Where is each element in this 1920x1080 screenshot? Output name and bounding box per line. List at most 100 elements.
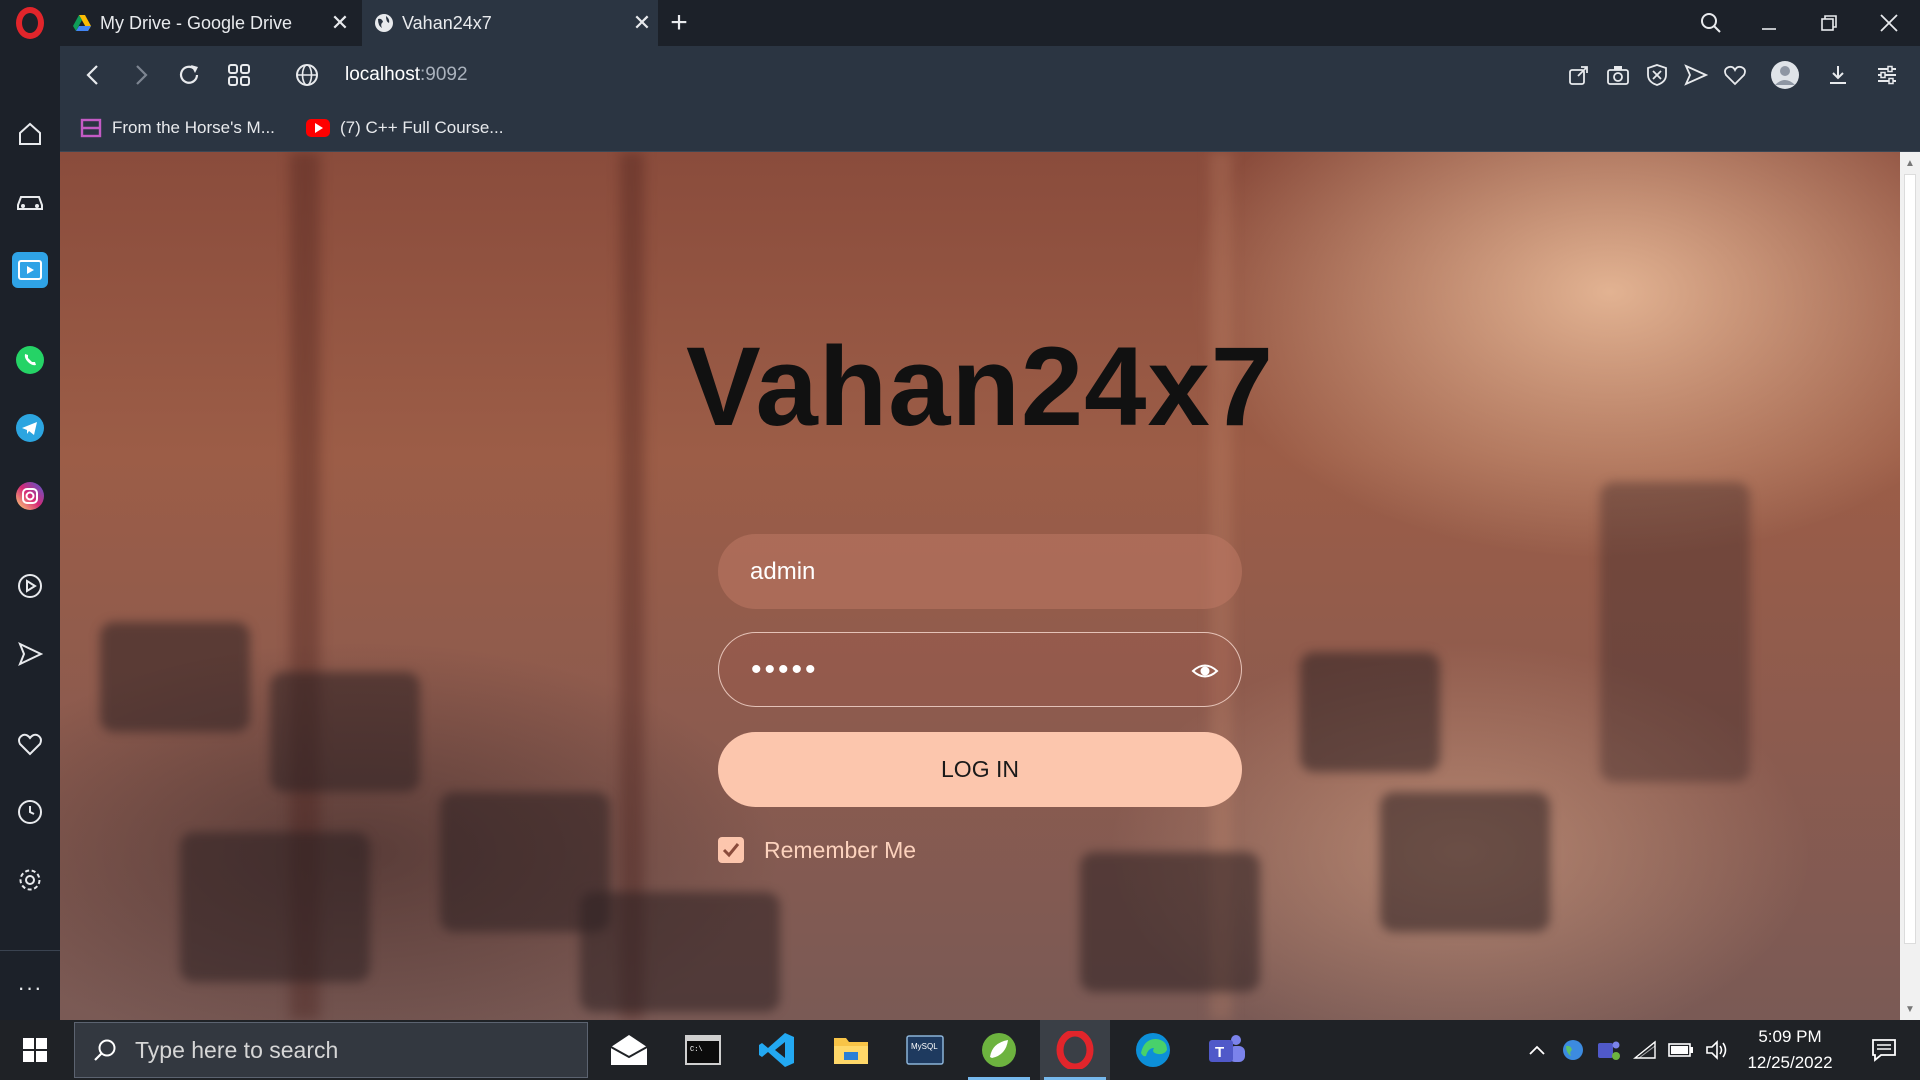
remember-me-checkbox[interactable]	[718, 837, 744, 863]
search-icon	[75, 1037, 135, 1063]
globe-tray-icon[interactable]	[1556, 1020, 1590, 1080]
url-host: localhost	[345, 64, 420, 85]
terminal-icon[interactable]: C:\	[668, 1020, 738, 1080]
send-to-flow-icon[interactable]	[1679, 58, 1713, 92]
share-icon[interactable]	[1562, 58, 1596, 92]
spring-icon[interactable]	[964, 1020, 1034, 1080]
send-icon[interactable]	[12, 636, 48, 672]
scroll-thumb[interactable]	[1904, 174, 1916, 944]
google-drive-icon	[73, 15, 91, 31]
telegram-icon[interactable]	[12, 410, 48, 446]
bookmark-item[interactable]: From the Horse's M...	[80, 104, 275, 152]
background-car	[1380, 792, 1550, 932]
play-circle-icon[interactable]	[12, 568, 48, 604]
whatsapp-icon[interactable]	[12, 342, 48, 378]
bookmark-label: (7) C++ Full Course...	[340, 118, 504, 137]
svg-text:MySQL: MySQL	[911, 1042, 938, 1051]
show-hidden-icons-chevron-icon[interactable]	[1520, 1020, 1554, 1080]
login-button[interactable]: LOG IN	[718, 732, 1242, 807]
windows-logo-icon	[23, 1038, 47, 1062]
volume-icon[interactable]	[1700, 1020, 1734, 1080]
url-field[interactable]: localhost:9092	[345, 46, 468, 104]
taskbar-search-input[interactable]	[135, 1036, 575, 1064]
forward-button[interactable]	[124, 58, 158, 92]
password-field[interactable]	[718, 632, 1242, 707]
taskbar-clock[interactable]: 5:09 PM 12/25/2022	[1730, 1020, 1850, 1080]
tab-title: My Drive - Google Drive	[100, 12, 293, 33]
player-icon[interactable]	[12, 252, 48, 288]
speed-dial-button[interactable]	[222, 58, 256, 92]
file-explorer-icon[interactable]	[816, 1020, 886, 1080]
brand-title: Vahan24x7	[685, 324, 1275, 449]
bookmark-site-icon	[80, 118, 102, 138]
login-page: Vahan24x7 LOG IN Remember Me	[60, 152, 1900, 1020]
remember-me[interactable]: Remember Me	[718, 835, 916, 865]
remember-me-label: Remember Me	[764, 836, 917, 863]
tab-google-drive[interactable]: My Drive - Google Drive ✕	[60, 0, 356, 46]
password-input[interactable]	[719, 633, 1241, 706]
mail-icon[interactable]	[594, 1020, 664, 1080]
new-tab-button[interactable]: +	[662, 6, 696, 40]
scroll-down-arrow-icon[interactable]: ▼	[1900, 1000, 1920, 1018]
back-button[interactable]	[76, 58, 110, 92]
site-info-globe-icon[interactable]	[290, 58, 324, 92]
teams-tray-icon[interactable]	[1592, 1020, 1626, 1080]
username-field[interactable]	[718, 534, 1242, 609]
bookmarks-bar: From the Horse's M... (7) C++ Full Cours…	[60, 104, 1920, 152]
background-car	[1300, 652, 1440, 772]
profile-avatar-icon[interactable]	[1768, 58, 1802, 92]
home-icon[interactable]	[12, 116, 48, 152]
bookmark-heart-icon[interactable]	[1718, 58, 1752, 92]
tab-vahan24x7[interactable]: Vahan24x7 ✕	[362, 0, 658, 46]
battery-icon[interactable]	[1664, 1020, 1698, 1080]
username-input[interactable]	[718, 534, 1242, 609]
mysql-icon[interactable]: MySQL	[890, 1020, 960, 1080]
close-tab-icon[interactable]: ✕	[324, 7, 356, 39]
bookmark-label: From the Horse's M...	[112, 118, 275, 137]
background-car	[1600, 482, 1750, 782]
adblock-icon[interactable]	[1640, 58, 1674, 92]
globe-icon	[375, 14, 393, 32]
restore-button[interactable]	[1800, 0, 1858, 46]
history-icon[interactable]	[12, 794, 48, 830]
browser-search-icon[interactable]	[1682, 0, 1740, 46]
background-car	[1080, 852, 1260, 992]
heart-icon[interactable]	[12, 726, 48, 762]
bookmark-item[interactable]: (7) C++ Full Course...	[306, 104, 503, 152]
wifi-icon[interactable]	[1628, 1020, 1662, 1080]
notification-center-icon[interactable]	[1856, 1020, 1912, 1080]
svg-text:C:\: C:\	[690, 1046, 703, 1054]
start-button[interactable]	[0, 1020, 70, 1080]
background-car	[180, 832, 370, 982]
settings-icon[interactable]	[12, 862, 48, 898]
show-password-eye-icon[interactable]	[1191, 657, 1219, 685]
download-icon[interactable]	[1821, 58, 1855, 92]
opera-menu-button[interactable]	[0, 0, 60, 46]
close-window-button[interactable]	[1860, 0, 1918, 46]
page-scrollbar[interactable]: ▲ ▼	[1900, 152, 1920, 1020]
opera-icon[interactable]	[1040, 1020, 1110, 1080]
windows-taskbar: C:\ MySQL T	[0, 1020, 1920, 1080]
background-car	[100, 622, 250, 732]
svg-text:T: T	[1215, 1044, 1224, 1061]
snapshot-icon[interactable]	[1601, 58, 1635, 92]
vscode-icon[interactable]	[742, 1020, 812, 1080]
more-icon[interactable]: ···	[12, 970, 48, 1006]
reload-button[interactable]	[172, 58, 206, 92]
browser-sidebar: ···	[0, 46, 60, 1020]
easy-setup-icon[interactable]	[1870, 58, 1904, 92]
tab-title: Vahan24x7	[402, 12, 492, 33]
sidebar-divider	[0, 950, 60, 951]
instagram-icon[interactable]	[12, 478, 48, 514]
car-icon[interactable]	[12, 184, 48, 220]
close-tab-icon[interactable]: ✕	[626, 7, 658, 39]
clock-date: 12/25/2022	[1747, 1053, 1833, 1072]
youtube-icon	[306, 119, 330, 137]
background-car	[580, 892, 780, 1012]
taskbar-search[interactable]	[74, 1022, 588, 1078]
minimize-button[interactable]	[1740, 0, 1798, 46]
scroll-up-arrow-icon[interactable]: ▲	[1900, 154, 1920, 172]
teams-icon[interactable]: T	[1192, 1020, 1262, 1080]
address-bar: localhost:9092	[60, 46, 1920, 104]
edge-icon[interactable]	[1118, 1020, 1188, 1080]
